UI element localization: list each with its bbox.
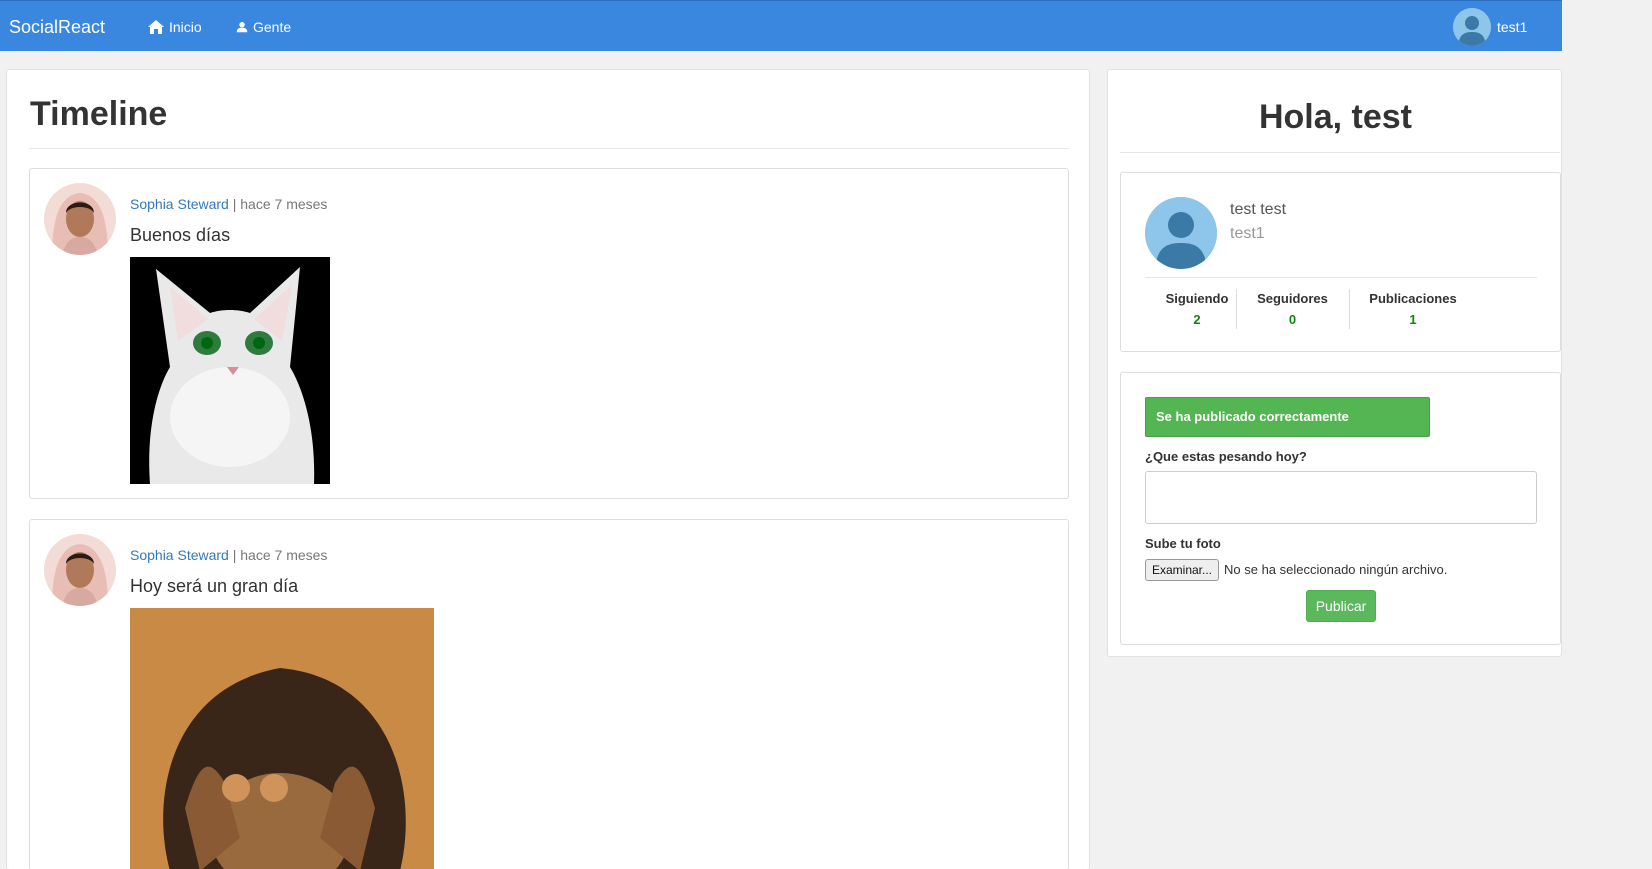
nav-home-label: Inicio (169, 19, 202, 35)
file-status: No se ha seleccionado ningún archivo. (1224, 562, 1448, 577)
stat-publications[interactable]: Publicaciones 1 (1354, 289, 1472, 331)
stat-following[interactable]: Siguiendo 2 (1145, 289, 1249, 331)
divider (29, 148, 1069, 149)
profile-nick: test1 (1230, 225, 1265, 242)
divider (1145, 277, 1537, 278)
stat-label: Publicaciones (1369, 291, 1457, 306)
sidebar-panel: Hola, test test test test1 Siguiendo 2 S… (1107, 69, 1562, 657)
meta-separator: | (228, 196, 241, 212)
divider (1120, 152, 1560, 153)
publish-button[interactable]: Publicar (1306, 590, 1376, 622)
post-textarea[interactable] (1145, 471, 1537, 524)
stat-value: 1 (1409, 312, 1417, 327)
post-text: Buenos días (130, 225, 231, 245)
post-time: hace 7 meses (240, 196, 328, 212)
user-menu-label: test1 (1497, 19, 1528, 35)
divider (1236, 289, 1237, 329)
profile-card: test test test1 Siguiendo 2 Seguidores 0… (1120, 172, 1561, 352)
profile-name: test test (1230, 201, 1287, 218)
timeline-panel: Timeline Sophia Steward | hace 7 meses B… (6, 69, 1090, 869)
post-meta: Sophia Steward | hace 7 meses (130, 547, 327, 563)
profile-avatar[interactable] (1145, 197, 1217, 269)
post-image[interactable] (130, 257, 330, 484)
post-text: Hoy será un gran día (130, 576, 299, 596)
post-card: Sophia Steward | hace 7 meses Buenos día… (29, 168, 1069, 499)
stat-followers[interactable]: Seguidores 0 (1241, 289, 1344, 331)
success-alert: Se ha publicado correctamente (1145, 397, 1430, 437)
publish-form: Se ha publicado correctamente ¿Que estas… (1120, 372, 1561, 645)
file-browse-button[interactable]: Examinar... (1145, 559, 1219, 581)
post-author-link[interactable]: Sophia Steward (130, 196, 229, 212)
divider (1349, 289, 1350, 329)
post-meta: Sophia Steward | hace 7 meses (130, 196, 327, 212)
photo-field-label: Sube tu foto (1145, 536, 1221, 551)
post-time: hace 7 meses (240, 547, 328, 563)
nav-people-label: Gente (253, 19, 292, 35)
user-menu[interactable]: test1 (1453, 8, 1527, 46)
nav-people-link[interactable]: Gente (236, 19, 291, 35)
page-title: Timeline (30, 95, 168, 133)
author-avatar[interactable] (44, 183, 116, 255)
top-navbar: SocialReact Inicio Gente test1 (0, 0, 1562, 51)
post-image[interactable] (130, 608, 434, 869)
stat-label: Siguiendo (1165, 291, 1229, 306)
greeting-title: Hola, test (1258, 98, 1413, 136)
stat-value: 2 (1193, 312, 1201, 327)
post-card: Sophia Steward | hace 7 meses Hoy será u… (29, 519, 1069, 869)
home-icon (148, 20, 164, 34)
author-avatar[interactable] (44, 534, 116, 606)
user-icon (236, 22, 248, 33)
stat-value: 0 (1288, 312, 1297, 327)
post-author-link[interactable]: Sophia Steward (130, 547, 229, 563)
nav-home-link[interactable]: Inicio (148, 19, 202, 35)
meta-separator: | (228, 547, 241, 563)
stat-label: Seguidores (1257, 291, 1328, 306)
text-field-label: ¿Que estas pesando hoy? (1145, 449, 1307, 464)
avatar (1453, 8, 1491, 46)
brand-link[interactable]: SocialReact (9, 17, 105, 38)
